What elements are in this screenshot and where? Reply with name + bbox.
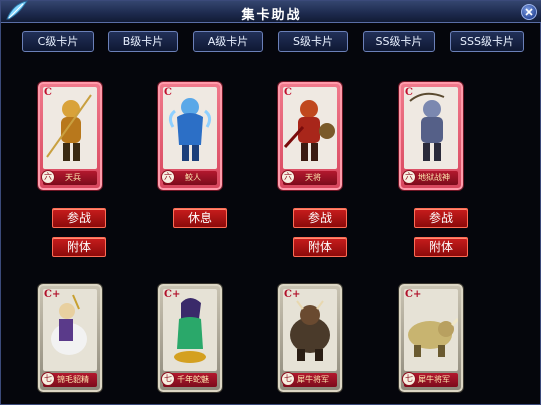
card-xiniu-jiangjun-2[interactable]: C+ 犀牛将军 七	[399, 284, 463, 392]
grade-tabs: C级卡片 B级卡片 A级卡片 S级卡片 SS级卡片 SSS级卡片	[1, 31, 541, 53]
possess-button-tianbing[interactable]: 附体	[52, 237, 106, 257]
tab-s-grade[interactable]: S级卡片	[278, 31, 348, 52]
join-battle-button-diyu-zhanshen[interactable]: 参战	[414, 208, 468, 228]
close-button[interactable]	[521, 4, 537, 20]
card-jinmao-diaojing[interactable]: C+ 锦毛貂精 七	[38, 284, 102, 392]
card-art	[163, 87, 217, 169]
join-battle-button-tianjiang[interactable]: 参战	[293, 208, 347, 228]
close-icon	[525, 8, 533, 16]
card-art	[283, 289, 337, 371]
card-art	[43, 289, 97, 371]
tab-a-grade[interactable]: A级卡片	[193, 31, 263, 52]
card-grade: C	[405, 87, 413, 98]
possess-button-tianjiang[interactable]: 附体	[293, 237, 347, 257]
tab-b-grade[interactable]: B级卡片	[108, 31, 178, 52]
card-star-level: 六	[41, 170, 55, 184]
card-grade: C+	[44, 289, 61, 300]
title-bar[interactable]: 集卡助战	[1, 0, 541, 23]
tab-ss-grade[interactable]: SS级卡片	[363, 31, 435, 52]
window-title: 集卡助战	[241, 8, 302, 23]
card-star-level: 七	[161, 372, 175, 386]
card-grade: C	[44, 87, 52, 98]
warrior-figure-icon	[46, 94, 92, 161]
card-star-level: 六	[161, 170, 175, 184]
snake-charm-figure-icon	[174, 298, 206, 363]
card-tianjiang[interactable]: C 天将 六	[278, 82, 342, 190]
sable-spirit-figure-icon	[51, 294, 87, 355]
card-grade: C+	[284, 289, 301, 300]
tab-c-grade[interactable]: C级卡片	[22, 31, 94, 52]
hell-god-figure-icon	[409, 92, 445, 161]
possess-button-diyu-zhanshen[interactable]: 附体	[414, 237, 468, 257]
card-grade: C+	[164, 289, 181, 300]
tab-sss-grade[interactable]: SSS级卡片	[450, 31, 524, 52]
card-grade: C	[284, 87, 292, 98]
card-art	[404, 87, 458, 169]
rhino-beast-figure-icon	[408, 317, 458, 357]
card-xiniu-jiangjun-1[interactable]: C+ 犀牛将军 七	[278, 284, 342, 392]
general-figure-icon	[283, 100, 335, 161]
card-star-level: 六	[402, 170, 416, 184]
card-assist-window: 集卡助战 C级卡片 B级卡片 A级卡片 S级卡片 SS级卡片 SSS级卡片 C …	[0, 0, 541, 405]
card-diyu-zhanshen[interactable]: C 地狱战神 六	[399, 82, 463, 190]
merman-figure-icon	[168, 98, 212, 161]
card-qiannian-shemei[interactable]: C+ 千年蛇魅 七	[158, 284, 222, 392]
card-star-level: 七	[281, 372, 295, 386]
card-art	[163, 289, 217, 371]
card-jiaoren[interactable]: C 鲛人 六	[158, 82, 222, 190]
rest-button-jiaoren[interactable]: 休息	[173, 208, 227, 228]
card-grade: C	[164, 87, 172, 98]
card-art	[283, 87, 337, 169]
rhino-general-figure-icon	[290, 300, 330, 361]
card-star-level: 七	[402, 372, 416, 386]
card-star-level: 六	[281, 170, 295, 184]
card-tianbing[interactable]: C 天兵 六	[38, 82, 102, 190]
card-star-level: 七	[41, 372, 55, 386]
card-grade: C+	[405, 289, 422, 300]
card-art	[404, 289, 458, 371]
join-battle-button-tianbing[interactable]: 参战	[52, 208, 106, 228]
card-art	[43, 87, 97, 169]
